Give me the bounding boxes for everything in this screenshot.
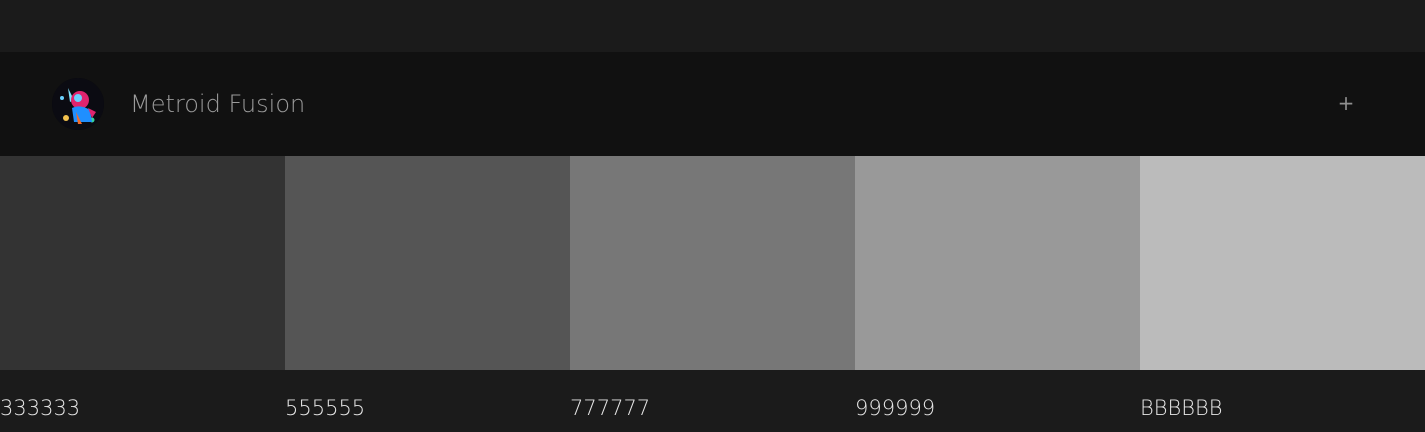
color-hex-label[interactable]: 777777	[570, 370, 855, 432]
color-hex-label[interactable]: BBBBBB	[1140, 370, 1425, 432]
color-hex-label[interactable]: 999999	[855, 370, 1140, 432]
top-bar	[0, 0, 1425, 52]
palette-header: Metroid Fusion +	[0, 52, 1425, 156]
color-swatch[interactable]	[0, 156, 285, 370]
color-hex-label[interactable]: 555555	[285, 370, 570, 432]
color-swatch[interactable]	[570, 156, 855, 370]
color-swatch[interactable]	[1140, 156, 1425, 370]
avatar[interactable]	[52, 78, 104, 130]
palette-title: Metroid Fusion	[130, 90, 306, 118]
metroid-fusion-avatar-icon	[52, 78, 104, 130]
add-button[interactable]: +	[1333, 90, 1359, 116]
color-hex-label[interactable]: 333333	[0, 370, 285, 432]
color-swatch[interactable]	[285, 156, 570, 370]
color-swatch[interactable]	[855, 156, 1140, 370]
color-labels: 333333 555555 777777 999999 BBBBBB	[0, 370, 1425, 432]
color-swatches	[0, 156, 1425, 370]
